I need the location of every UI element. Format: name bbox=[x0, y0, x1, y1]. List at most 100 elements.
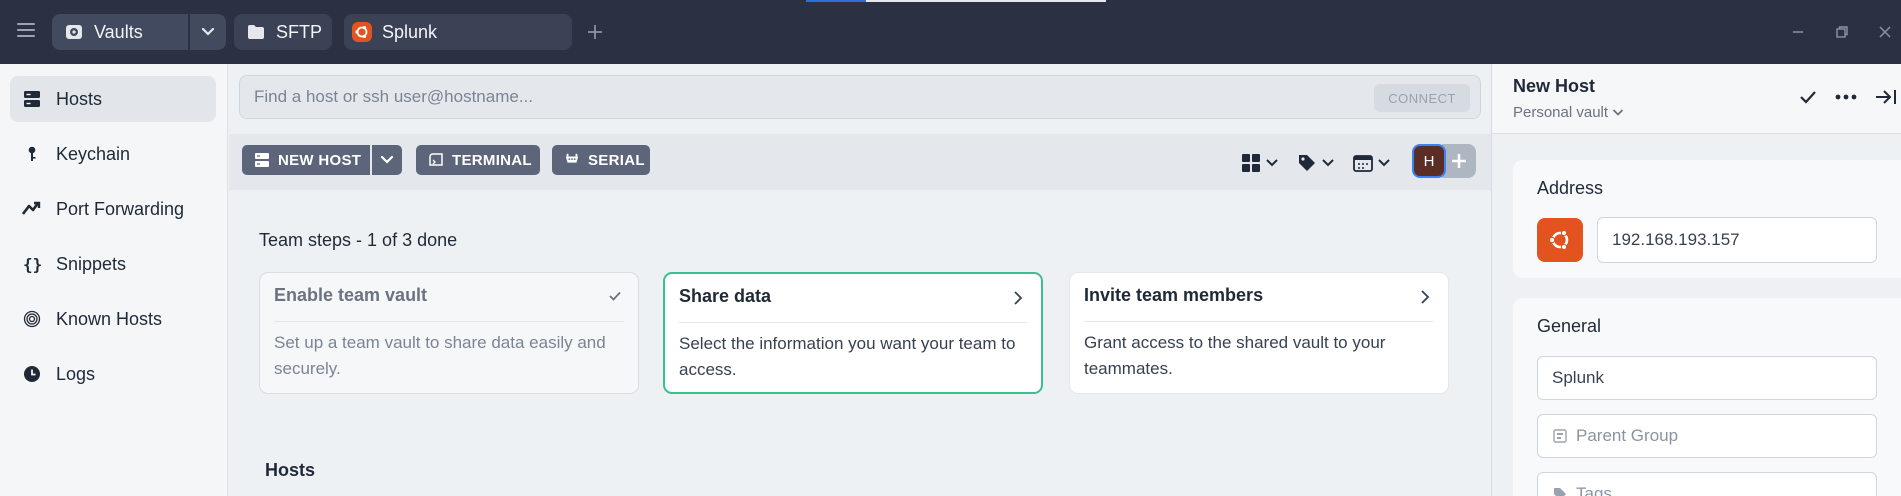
parent-group-field[interactable]: Parent Group bbox=[1537, 414, 1877, 458]
plus-icon bbox=[1452, 154, 1466, 168]
serial-port-icon bbox=[564, 152, 580, 168]
sort-toggle[interactable] bbox=[1353, 152, 1391, 174]
terminal-button[interactable]: TERMINAL bbox=[416, 145, 540, 175]
sidebar-item-label: Hosts bbox=[56, 88, 103, 109]
chevron-down-icon bbox=[380, 155, 394, 164]
tags-placeholder: Tags bbox=[1576, 484, 1612, 496]
tab-label: Splunk bbox=[382, 21, 438, 42]
chevron-down-icon bbox=[1266, 159, 1278, 167]
hosts-icon bbox=[21, 88, 43, 110]
save-checkmark-icon[interactable] bbox=[1797, 86, 1819, 108]
parent-group-placeholder: Parent Group bbox=[1576, 426, 1679, 445]
avatar[interactable]: H bbox=[1412, 144, 1446, 178]
checkmark-icon bbox=[608, 289, 624, 305]
sidebar-item-hosts[interactable]: Hosts bbox=[10, 76, 216, 122]
tab-label: SFTP bbox=[276, 21, 323, 42]
address-field[interactable]: 192.168.193.157 bbox=[1597, 217, 1877, 263]
tab-vaults[interactable]: Vaults bbox=[52, 14, 188, 50]
add-member-button[interactable] bbox=[1442, 144, 1476, 178]
grid-icon bbox=[1242, 154, 1260, 172]
tab-sftp[interactable]: SFTP bbox=[234, 14, 332, 50]
chevron-down-icon bbox=[1322, 159, 1334, 167]
grid-view-toggle[interactable] bbox=[1241, 152, 1279, 174]
panel-title: New Host bbox=[1513, 76, 1596, 96]
step-card-description: Select the information you want your tea… bbox=[679, 334, 1016, 379]
tab-splunk[interactable]: Splunk bbox=[344, 14, 572, 50]
tags-field[interactable]: Tags bbox=[1537, 472, 1877, 496]
card-divider bbox=[1084, 321, 1434, 322]
new-host-dropdown-button[interactable] bbox=[372, 145, 402, 175]
connect-button[interactable]: CONNECT bbox=[1374, 84, 1470, 112]
search-input[interactable]: Find a host or ssh user@hostname... CONN… bbox=[239, 75, 1481, 119]
step-card-title: Enable team vault bbox=[274, 285, 428, 305]
card-divider bbox=[679, 322, 1027, 323]
sidebar-item-keychain[interactable]: Keychain bbox=[10, 131, 216, 177]
sidebar-item-label: Port Forwarding bbox=[56, 198, 185, 219]
step-card-invite-team-members[interactable]: Invite team members Grant access to the … bbox=[1069, 272, 1449, 394]
main-content: Find a host or ssh user@hostname... CONN… bbox=[229, 64, 1491, 496]
sidebar-item-known-hosts[interactable]: Known Hosts bbox=[10, 296, 216, 342]
tag-icon bbox=[1552, 486, 1568, 496]
vaults-dropdown-button[interactable] bbox=[190, 14, 226, 50]
general-section-title: General bbox=[1537, 316, 1602, 336]
tag-icon bbox=[1299, 155, 1315, 171]
hosts-section-heading: Hosts bbox=[265, 460, 316, 480]
more-options-icon[interactable] bbox=[1835, 86, 1857, 108]
menu-icon[interactable] bbox=[17, 23, 35, 37]
restore-icon[interactable] bbox=[1832, 22, 1852, 42]
step-card-title: Share data bbox=[679, 286, 772, 306]
general-section: General Splunk Parent Group Tags bbox=[1513, 298, 1901, 496]
sidebar-item-snippets[interactable]: {} Snippets bbox=[10, 241, 216, 287]
new-host-button[interactable]: NEW HOST bbox=[242, 145, 370, 175]
address-section-title: Address bbox=[1537, 178, 1604, 198]
sidebar-item-label: Known Hosts bbox=[56, 308, 163, 329]
clock-icon bbox=[21, 363, 43, 385]
label-field[interactable]: Splunk bbox=[1537, 356, 1877, 400]
chevron-down-icon bbox=[1612, 109, 1624, 116]
new-host-label: NEW HOST bbox=[278, 151, 362, 169]
tags-filter-toggle[interactable] bbox=[1297, 152, 1335, 174]
terminal-label: TERMINAL bbox=[452, 151, 532, 169]
group-icon bbox=[1552, 428, 1568, 444]
step-card-description: Grant access to the shared vault to your… bbox=[1084, 333, 1386, 378]
tab-label: Vaults bbox=[94, 21, 143, 42]
panel-header: New Host Personal vault bbox=[1492, 64, 1901, 134]
close-icon[interactable] bbox=[1875, 22, 1895, 42]
serial-label: SERIAL bbox=[588, 151, 645, 169]
sidebar-item-port-forwarding[interactable]: Port Forwarding bbox=[10, 186, 216, 232]
sidebar-item-label: Snippets bbox=[56, 253, 127, 274]
address-section: Address 192.168.193.157 bbox=[1513, 160, 1901, 278]
sidebar-item-label: Logs bbox=[56, 363, 96, 384]
folder-icon bbox=[246, 22, 266, 42]
svg-text:{}: {} bbox=[23, 255, 42, 273]
vault-selector[interactable]: Personal vault bbox=[1513, 104, 1624, 121]
chevron-down-icon bbox=[201, 27, 215, 36]
team-steps-progress: - 1 of 3 done bbox=[351, 230, 458, 250]
server-icon bbox=[254, 152, 270, 168]
add-tab-icon[interactable] bbox=[585, 22, 605, 42]
calendar-icon bbox=[1353, 155, 1373, 172]
vault-name: Personal vault bbox=[1513, 104, 1609, 121]
fingerprint-icon bbox=[21, 308, 43, 330]
card-divider bbox=[274, 321, 624, 322]
chevron-right-icon bbox=[1418, 289, 1434, 305]
loading-progress-bar bbox=[806, 0, 1106, 2]
team-steps-title: Team steps - 1 of 3 done bbox=[259, 230, 457, 251]
step-card-share-data[interactable]: Share data Select the information you wa… bbox=[663, 272, 1043, 394]
title-bar: Vaults SFTP Splunk bbox=[0, 0, 1901, 64]
port-forwarding-icon bbox=[21, 198, 43, 220]
sidebar-item-logs[interactable]: Logs bbox=[10, 351, 216, 397]
vault-icon bbox=[64, 22, 84, 42]
key-icon bbox=[21, 143, 43, 165]
chevron-right-icon bbox=[1011, 290, 1027, 306]
minimize-icon[interactable] bbox=[1788, 22, 1808, 42]
serial-button[interactable]: SERIAL bbox=[552, 145, 650, 175]
terminal-icon bbox=[428, 152, 444, 168]
step-card-enable-team-vault[interactable]: Enable team vault Set up a team vault to… bbox=[259, 272, 639, 394]
ubuntu-icon[interactable] bbox=[1537, 218, 1583, 262]
collapse-panel-icon[interactable] bbox=[1875, 86, 1897, 108]
ubuntu-icon bbox=[352, 22, 372, 42]
search-placeholder: Find a host or ssh user@hostname... bbox=[254, 87, 533, 106]
chevron-down-icon bbox=[1378, 159, 1390, 167]
team-steps-title-bold: Team steps bbox=[259, 230, 352, 250]
